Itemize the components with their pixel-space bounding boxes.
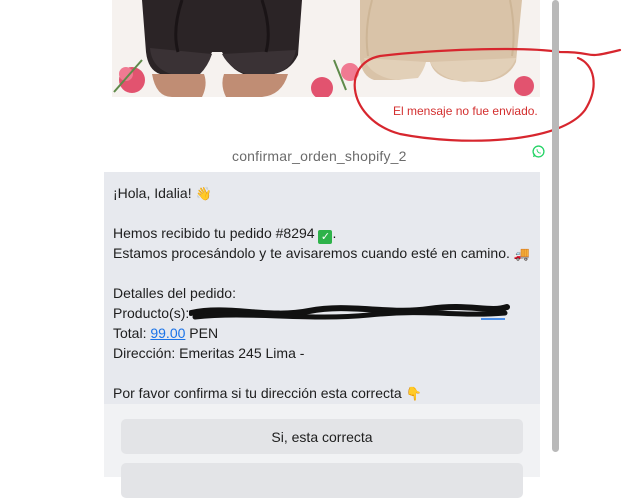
processing-text: Estamos procesándolo y te avisaremos cua…	[113, 245, 510, 261]
redaction-scribble	[189, 304, 511, 321]
total-label: Total:	[113, 325, 147, 341]
greeting-text: ¡Hola, Idalia!	[113, 185, 192, 201]
greeting-line: ¡Hola, Idalia! 👋	[113, 183, 531, 203]
template-name: confirmar_orden_shopify_2	[232, 148, 407, 164]
received-text: Hemos recibido tu pedido #8294	[113, 225, 315, 241]
details-heading: Detalles del pedido:	[113, 285, 236, 301]
address-line: Dirección: Emeritas 245 Lima -	[113, 343, 531, 363]
confirm-address-button[interactable]: Si, esta correcta	[121, 419, 523, 454]
products-label: Producto(s):	[113, 305, 190, 321]
quick-replies: Si, esta correcta	[104, 404, 540, 498]
total-currency: PEN	[189, 325, 219, 341]
waving-hand-icon: 👋	[195, 186, 212, 201]
address-label: Dirección:	[113, 345, 176, 361]
whatsapp-icon	[532, 145, 545, 158]
second-reply-button[interactable]	[121, 463, 523, 498]
message-card: ¡Hola, Idalia! 👋 Hemos recibido tu pedid…	[104, 172, 540, 404]
pointing-down-icon: 👇	[405, 386, 422, 401]
address-value: Emeritas 245 Lima -	[179, 345, 305, 361]
message-body: ¡Hola, Idalia! 👋 Hemos recibido tu pedid…	[104, 172, 540, 404]
product-image	[112, 0, 540, 97]
error-message: El mensaje no fue enviado.	[393, 104, 538, 118]
confirm-prompt-text: Por favor confirma si tu dirección esta …	[113, 385, 402, 401]
scrollbar-thumb[interactable]	[552, 0, 559, 452]
delivery-truck-icon: 🚚	[513, 246, 530, 261]
processing-line: Estamos procesándolo y te avisaremos cua…	[113, 243, 531, 263]
total-amount-link[interactable]: 99.00	[150, 325, 185, 341]
check-mark-icon: ✓	[318, 230, 333, 244]
received-end: .	[332, 225, 337, 241]
confirm-prompt-line: Por favor confirma si tu dirección esta …	[113, 383, 531, 403]
received-line: Hemos recibido tu pedido #8294 ✓.	[113, 223, 531, 244]
products-line: Producto(s):	[113, 303, 531, 323]
